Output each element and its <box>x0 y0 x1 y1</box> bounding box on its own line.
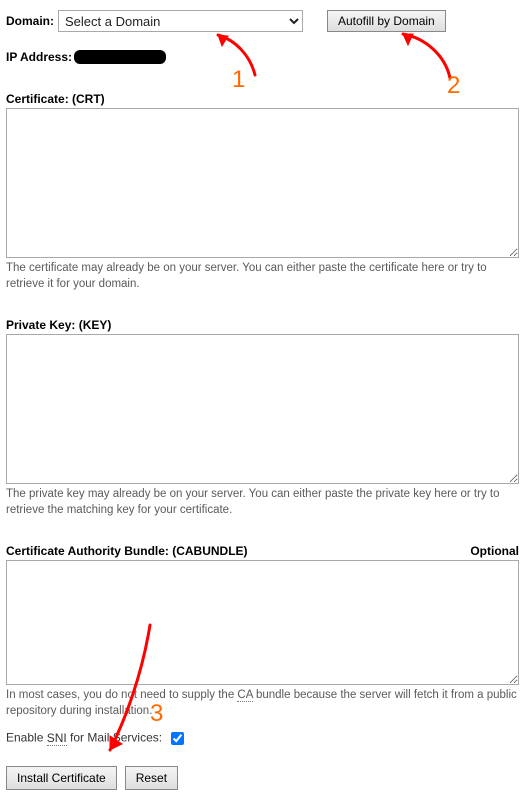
certificate-help: The certificate may already be on your s… <box>6 261 519 292</box>
install-certificate-button[interactable]: Install Certificate <box>6 766 117 790</box>
annotation-number-1: 1 <box>232 66 245 94</box>
cabundle-section: Certificate Authority Bundle: (CABUNDLE)… <box>6 544 519 719</box>
enable-sni-checkbox[interactable] <box>171 732 184 745</box>
enable-sni-post: for Mail Services: <box>67 731 162 745</box>
enable-sni-pre: Enable <box>6 731 47 745</box>
cabundle-label: Certificate Authority Bundle: (CABUNDLE) <box>6 544 248 558</box>
private-key-help: The private key may already be on your s… <box>6 487 519 518</box>
certificate-textarea[interactable] <box>6 108 519 258</box>
domain-select[interactable]: Select a Domain <box>58 10 303 32</box>
ca-abbr: CA <box>237 689 252 702</box>
action-row: Install Certificate Reset <box>6 766 519 790</box>
cabundle-help-pre: In most cases, you do not need to supply… <box>6 689 237 701</box>
ip-address-label: IP Address: <box>6 50 72 64</box>
private-key-section: Private Key: (KEY) The private key may a… <box>6 318 519 518</box>
cabundle-help: In most cases, you do not need to supply… <box>6 688 519 719</box>
domain-row: Domain: Select a Domain Autofill by Doma… <box>6 10 519 32</box>
reset-button[interactable]: Reset <box>125 766 178 790</box>
cabundle-optional-label: Optional <box>470 544 519 558</box>
sni-abbr: SNI <box>47 731 67 746</box>
cabundle-textarea[interactable] <box>6 560 519 685</box>
ip-address-value-redacted <box>74 50 166 64</box>
certificate-label: Certificate: (CRT) <box>6 92 105 106</box>
enable-sni-row: Enable SNI for Mail Services: <box>6 729 519 748</box>
autofill-by-domain-button[interactable]: Autofill by Domain <box>327 10 446 32</box>
domain-label: Domain: <box>6 14 54 28</box>
certificate-section: Certificate: (CRT) The certificate may a… <box>6 92 519 292</box>
private-key-textarea[interactable] <box>6 334 519 484</box>
private-key-label: Private Key: (KEY) <box>6 318 111 332</box>
ip-address-row: IP Address: <box>6 50 519 64</box>
